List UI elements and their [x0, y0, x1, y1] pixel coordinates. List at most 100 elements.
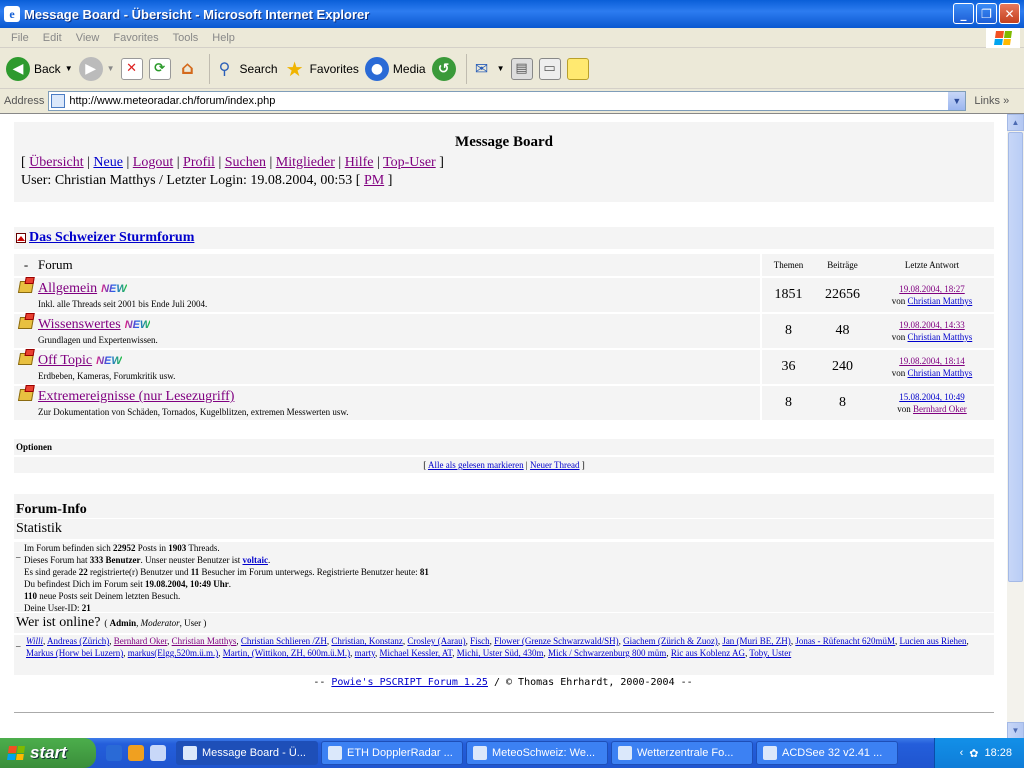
menu-help[interactable]: Help — [205, 32, 242, 44]
online-user-link[interactable]: Michi, Uster Süd, 430m — [457, 648, 544, 658]
outlook-quicklaunch-icon[interactable] — [128, 745, 144, 761]
close-button[interactable]: ✕ — [999, 3, 1020, 24]
favorites-button[interactable]: ★ Favorites — [284, 57, 359, 81]
online-user-link[interactable]: Jonas - Rüfenacht 620müM — [795, 636, 895, 646]
online-user-link[interactable]: Ric aus Koblenz AG — [671, 648, 745, 658]
task-acdsee[interactable]: ACDSee 32 v2.41 ... — [756, 741, 898, 765]
online-user-link[interactable]: Michael Kessler, AT — [380, 648, 453, 658]
menu-favorites[interactable]: Favorites — [106, 32, 165, 44]
start-button[interactable]: start — [0, 738, 96, 768]
nav-top-user[interactable]: Top-User — [383, 155, 436, 170]
nav-profil[interactable]: Profil — [183, 155, 215, 170]
online-user-link[interactable]: markus(Elgg,520m.ü.m.) — [128, 648, 219, 658]
nav-mitglieder[interactable]: Mitglieder — [276, 155, 335, 170]
history-button[interactable]: ↺ — [431, 56, 456, 81]
tray-expand-icon[interactable]: ‹ — [960, 747, 964, 759]
last-reply-date[interactable]: 19.08.2004, 18:14 — [899, 356, 965, 366]
forum-link[interactable]: Wissenswertes — [38, 317, 121, 332]
mark-all-read-link[interactable]: Alle als gelesen markieren — [428, 460, 524, 470]
online-user-link[interactable]: Christian Matthys — [172, 636, 237, 646]
nav-neue[interactable]: Neue — [93, 155, 123, 170]
footer-link[interactable]: Powie's PSCRIPT Forum 1.25 — [331, 677, 488, 688]
vertical-scrollbar[interactable]: ▲ ▼ — [1007, 114, 1024, 739]
online-user-link[interactable]: Jan (Muri BE, ZH) — [722, 636, 791, 646]
menu-file[interactable]: File — [4, 32, 36, 44]
online-user-link[interactable]: Andreas (Zürich) — [47, 636, 109, 646]
back-dropdown-icon[interactable]: ▼ — [65, 64, 73, 73]
collapse-icon[interactable] — [16, 233, 26, 243]
online-user-link[interactable]: Christian Schlieren /ZH — [241, 636, 327, 646]
forward-button[interactable]: ▶ ▼ — [78, 56, 115, 81]
minimize-button[interactable]: _ — [953, 3, 974, 24]
online-user-link[interactable]: Giachem (Zürich & Zuoz) — [623, 636, 718, 646]
media-button[interactable]: ● Media — [364, 56, 426, 81]
notes-button[interactable] — [566, 57, 589, 80]
windows-logo-icon — [986, 28, 1020, 48]
menu-tools[interactable]: Tools — [166, 32, 206, 44]
online-user-link[interactable]: Mick / Schwarzenburg 800 müm — [548, 648, 666, 658]
online-user-link[interactable]: Toby, Uster — [749, 648, 791, 658]
online-user-link[interactable]: Crosley (Aarau) — [407, 636, 465, 646]
forum-link[interactable]: Extremereignisse (nur Lesezugriff) — [38, 389, 234, 404]
online-user-link[interactable]: Willi — [26, 636, 43, 646]
online-user-link[interactable]: Lucien aus Riehen — [900, 636, 967, 646]
last-reply-user[interactable]: Bernhard Oker — [913, 404, 967, 414]
print-button[interactable]: ▤ — [510, 57, 533, 80]
back-label: Back — [34, 61, 61, 76]
online-user-link[interactable]: Christian, Konstanz — [331, 636, 403, 646]
nav-hilfe[interactable]: Hilfe — [345, 155, 374, 170]
table-row: Wissenswertes NEW Grundlagen und Experten… — [14, 314, 994, 348]
restore-button[interactable]: ❐ — [976, 3, 997, 24]
nav-uebersicht[interactable]: Übersicht — [29, 155, 83, 170]
menu-edit[interactable]: Edit — [36, 32, 69, 44]
links-button[interactable]: Links » — [974, 95, 1009, 107]
window-titlebar: e Message Board - Übersicht - Microsoft … — [0, 0, 1024, 28]
last-reply-date[interactable]: 19.08.2004, 14:33 — [899, 320, 965, 330]
task-wetterzentrale[interactable]: Wetterzentrale Fo... — [611, 741, 753, 765]
address-input[interactable]: http://www.meteoradar.ch/forum/index.php… — [48, 91, 967, 111]
forum-link[interactable]: Off Topic — [38, 353, 92, 368]
mail-dropdown-icon[interactable]: ▼ — [497, 64, 505, 73]
back-button[interactable]: ◀ Back ▼ — [6, 56, 73, 81]
home-button[interactable]: ⌂ — [177, 58, 199, 80]
tray-app-icon[interactable]: ✿ — [969, 747, 978, 760]
online-user-link[interactable]: Flower (Grenze Schwarzwald/SH) — [494, 636, 618, 646]
forum-folder-icon — [17, 353, 35, 365]
task-meteoschweiz[interactable]: MeteoSchweiz: We... — [466, 741, 608, 765]
nav-logout[interactable]: Logout — [133, 155, 173, 170]
last-reply-user[interactable]: Christian Matthys — [908, 332, 973, 342]
last-reply-date[interactable]: 19.08.2004, 18:27 — [899, 284, 965, 294]
forum-description: Grundlagen und Expertenwissen. — [38, 335, 158, 345]
newest-user-link[interactable]: voltaic — [242, 555, 268, 565]
task-message-board[interactable]: Message Board - Ü... — [176, 741, 318, 765]
online-users-box: _ Willi, Andreas (Zürich), Bernhard Oker… — [14, 635, 994, 675]
last-reply-user[interactable]: Christian Matthys — [908, 368, 973, 378]
clock: 18:28 — [984, 747, 1012, 759]
refresh-button[interactable]: ⟳ — [148, 57, 171, 80]
online-user-link[interactable]: Fisch — [470, 636, 490, 646]
address-dropdown-icon[interactable]: ▼ — [948, 92, 966, 110]
ie-quicklaunch-icon[interactable] — [106, 745, 122, 761]
mail-button[interactable]: ✉ ▼ — [471, 58, 505, 80]
forward-dropdown-icon[interactable]: ▼ — [107, 64, 115, 73]
new-thread-link[interactable]: Neuer Thread — [530, 460, 580, 470]
nav-suchen[interactable]: Suchen — [225, 155, 266, 170]
stop-button[interactable]: ✕ — [120, 57, 143, 80]
edit-button[interactable]: ▭ — [538, 57, 561, 80]
pm-link[interactable]: PM — [364, 173, 384, 188]
task-eth-dopplerradar[interactable]: ETH DopplerRadar ... — [321, 741, 463, 765]
online-user-link[interactable]: marty — [355, 648, 375, 658]
category-link[interactable]: Das Schweizer Sturmforum — [29, 230, 194, 246]
last-reply-date[interactable]: 15.08.2004, 10:49 — [899, 392, 965, 402]
scroll-down-icon[interactable]: ▼ — [1007, 722, 1024, 739]
desktop-quicklaunch-icon[interactable] — [150, 745, 166, 761]
online-user-link[interactable]: Markus (Horw bei Luzern) — [26, 648, 123, 658]
scroll-thumb[interactable] — [1008, 132, 1023, 582]
scroll-up-icon[interactable]: ▲ — [1007, 114, 1024, 131]
menu-view[interactable]: View — [69, 32, 107, 44]
forum-link[interactable]: Allgemein — [38, 281, 97, 296]
last-reply-user[interactable]: Christian Matthys — [908, 296, 973, 306]
online-user-link[interactable]: Martin, (Wittikon, ZH, 600m.ü.M.) — [223, 648, 350, 658]
online-user-link[interactable]: Bernhard Oker — [114, 636, 167, 646]
search-button[interactable]: ⚲ Search — [214, 58, 278, 80]
